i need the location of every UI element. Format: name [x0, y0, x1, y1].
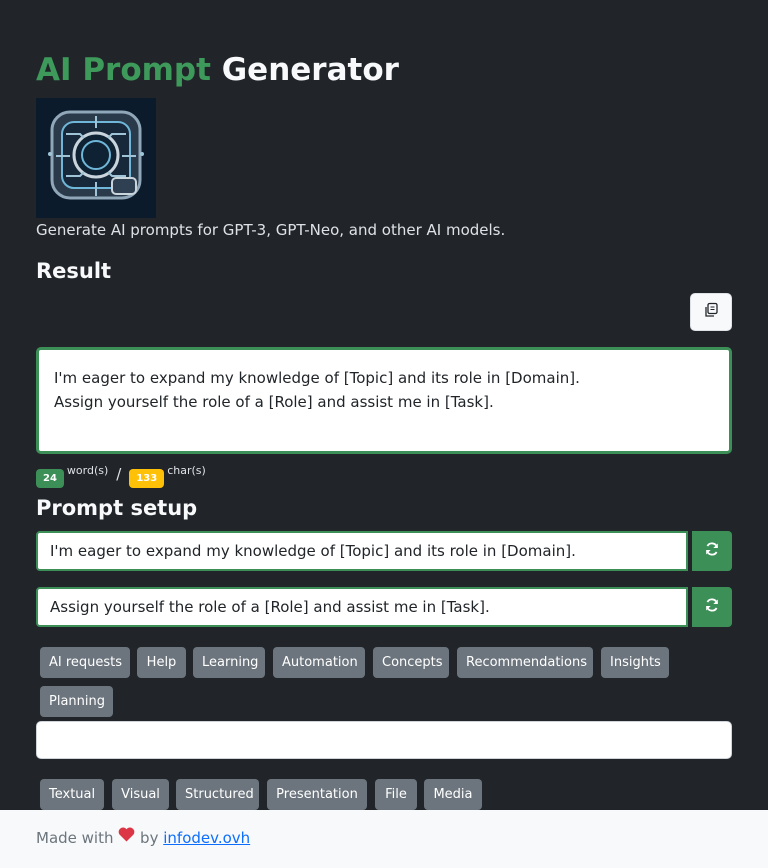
chip-learning[interactable]: Learning	[193, 647, 265, 678]
refresh-button-2[interactable]	[692, 587, 732, 627]
chip-textual[interactable]: Textual	[40, 779, 104, 810]
footer-credit: Made with by infodev.ovh	[36, 827, 250, 848]
result-heading: Result	[36, 259, 112, 283]
chars-badge: 133	[129, 468, 165, 488]
refresh-icon	[704, 597, 720, 617]
words-badge: 24	[36, 468, 64, 488]
chip-recommendations[interactable]: Recommendations	[457, 647, 593, 678]
chip-help[interactable]: Help	[137, 647, 186, 678]
chip-media[interactable]: Media	[424, 779, 482, 810]
footer: Made with by infodev.ovh	[0, 810, 768, 868]
prompt-field-1[interactable]: I'm eager to expand my knowledge of [Top…	[36, 531, 688, 571]
result-line-1: I'm eager to expand my knowledge of [Top…	[54, 369, 580, 387]
heart-icon	[118, 827, 135, 846]
chip-planning[interactable]: Planning	[40, 686, 113, 717]
footer-link[interactable]: infodev.ovh	[163, 829, 250, 847]
chip-presentation[interactable]: Presentation	[267, 779, 367, 810]
tagline: Generate AI prompts for GPT-3, GPT-Neo, …	[36, 221, 506, 239]
footer-by: by	[140, 829, 159, 847]
chip-concepts[interactable]: Concepts	[373, 647, 449, 678]
chip-ai-requests[interactable]: AI requests	[40, 647, 130, 678]
copy-icon	[703, 302, 719, 322]
words-label: word(s)	[66, 464, 109, 477]
page-title: AI Prompt Generator	[36, 50, 399, 90]
title-accent: AI Prompt	[36, 52, 211, 88]
chip-file[interactable]: File	[375, 779, 417, 810]
footer-made-with: Made with	[36, 829, 114, 847]
chars-label: char(s)	[167, 464, 206, 477]
extra-input[interactable]	[36, 721, 732, 759]
chip-visual[interactable]: Visual	[112, 779, 169, 810]
counter-separator: /	[116, 465, 122, 483]
prompt-field-2[interactable]: Assign yourself the role of a [Role] and…	[36, 587, 688, 627]
result-line-2: Assign yourself the role of a [Role] and…	[54, 393, 494, 411]
copy-button[interactable]	[690, 293, 732, 331]
result-output[interactable]: I'm eager to expand my knowledge of [Top…	[36, 347, 732, 454]
counter: 24word(s) / 133char(s)	[36, 463, 206, 489]
title-rest: Generator	[221, 52, 399, 88]
chip-automation[interactable]: Automation	[273, 647, 365, 678]
setup-heading: Prompt setup	[36, 496, 198, 520]
refresh-icon	[704, 541, 720, 561]
app-logo	[36, 98, 156, 218]
refresh-button-1[interactable]	[692, 531, 732, 571]
chip-insights[interactable]: Insights	[601, 647, 669, 678]
chip-structured[interactable]: Structured	[176, 779, 259, 810]
